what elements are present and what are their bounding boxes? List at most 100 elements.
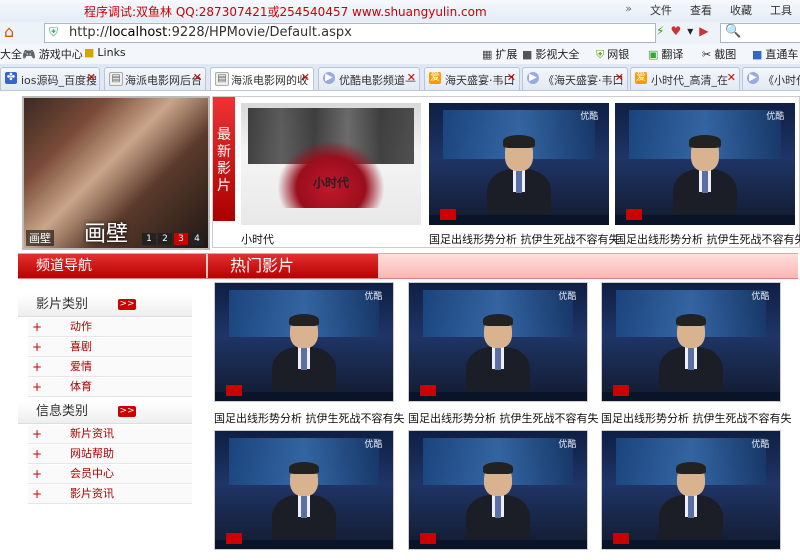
- home-icon[interactable]: ⌂: [4, 23, 24, 41]
- movie-card[interactable]: 优酷 国足出线形势分析 抗伊生死战不容有失: [408, 282, 599, 426]
- browser-tab[interactable]: ▤ 海派电影网后台 ✕: [104, 67, 206, 90]
- menu-view[interactable]: 查看: [690, 2, 712, 18]
- pager-button-active[interactable]: 3: [174, 233, 188, 245]
- section-header-bar: 频道导航 热门影片: [18, 253, 798, 279]
- browser-tab[interactable]: 爱 海天盛宴·韦口 ✕: [424, 67, 520, 90]
- youku-logo: 优酷: [364, 291, 383, 302]
- bookmark-item[interactable]: ⛨ 网银: [596, 46, 629, 62]
- scissors-icon: ✂: [702, 48, 712, 61]
- heart-icon[interactable]: ♥: [670, 24, 681, 38]
- search-input[interactable]: 🔍: [720, 23, 800, 43]
- movie-card[interactable]: 小时代 小时代: [241, 103, 421, 247]
- youku-logo: 优酷: [580, 112, 599, 123]
- category-item[interactable]: + 爱情: [28, 358, 192, 377]
- close-icon[interactable]: ✕: [615, 71, 624, 84]
- browser-tab[interactable]: ✤ ios源码_百度搜 ✕: [0, 67, 100, 90]
- more-button[interactable]: >>: [118, 406, 136, 417]
- movie-thumbnail[interactable]: 优酷: [408, 282, 588, 402]
- movie-thumbnail[interactable]: 优酷: [408, 430, 588, 550]
- play-icon: ▶: [747, 72, 759, 84]
- bookmark-item[interactable]: ■ Links: [84, 46, 126, 59]
- movie-thumbnail[interactable]: 优酷: [214, 282, 394, 402]
- movie-title-link[interactable]: 国足出线形势分析 抗伊生死战不容有失: [615, 231, 800, 247]
- movie-thumbnail[interactable]: 优酷: [601, 282, 781, 402]
- movie-thumbnail[interactable]: 优酷: [615, 103, 795, 225]
- browser-titlebar: 程序调试:双鱼林 QQ:287307421或254540457 www.shua…: [0, 0, 800, 22]
- movie-title-link[interactable]: 国足出线形势分析 抗伊生死战不容有失: [601, 410, 792, 426]
- movie-thumbnail[interactable]: 小时代: [241, 103, 421, 225]
- bookmark-item[interactable]: ■ 直通车: [752, 46, 798, 62]
- close-icon[interactable]: ✕: [507, 71, 516, 84]
- address-toolbar: ⌂ ⛨ http://localhost:9228/HPMovie/Defaul…: [0, 22, 800, 45]
- channel-badge: [225, 533, 242, 545]
- url-input[interactable]: ⛨ http://localhost:9228/HPMovie/Default.…: [44, 23, 656, 43]
- pager-button[interactable]: 4: [190, 233, 204, 245]
- bookmarks-bar: 大全 🎮 游戏中心 ■ Links ▦ 扩展 ■ 影视大全 ⛨ 网银 ▣ 翻译 ✂ 截图 ■ 直…: [0, 44, 800, 65]
- plus-icon: +: [31, 447, 43, 461]
- bookmark-item[interactable]: 大全: [0, 46, 22, 62]
- channel-badge: [625, 209, 642, 221]
- close-icon[interactable]: ✕: [407, 71, 416, 84]
- url-text: http://localhost:9228/HPMovie/Default.as…: [69, 25, 352, 40]
- plus-icon: +: [31, 380, 43, 394]
- menu-file[interactable]: 文件: [650, 2, 672, 18]
- forward-icon[interactable]: ▶: [699, 24, 708, 38]
- close-icon[interactable]: ✕: [193, 71, 202, 84]
- featured-caption[interactable]: 画壁: [26, 230, 54, 246]
- movie-title-link[interactable]: 小时代: [241, 231, 421, 247]
- info-category-header: 信息类别 >>: [18, 401, 192, 424]
- more-button[interactable]: >>: [118, 299, 136, 310]
- slideshow-pager: 1 2 3 4: [142, 233, 204, 245]
- category-item[interactable]: + 新片资讯: [28, 425, 192, 444]
- featured-slideshow[interactable]: 画壁 画壁 1 2 3 4: [22, 96, 210, 250]
- browser-tab[interactable]: ▶ 《海天盛宴·韦口 ✕: [522, 67, 628, 90]
- movie-card[interactable]: 优酷 国足出线形势分析 抗伊生死战不容有失: [615, 103, 800, 247]
- category-item[interactable]: + 动作: [28, 318, 192, 337]
- tab-strip: ✤ ios源码_百度搜 ✕ ▤ 海派电影网后台 ✕ ▤ 海派电影网的收 ✕ ▶ …: [0, 64, 800, 91]
- category-item[interactable]: + 体育: [28, 378, 192, 397]
- movie-card[interactable]: 优酷 国足出线形势分析 抗伊生死战不容有失: [601, 282, 792, 426]
- movie-card[interactable]: 优酷 国足出线形势分析 抗伊生死战不容有失: [429, 103, 620, 247]
- pager-button[interactable]: 2: [158, 233, 172, 245]
- movie-thumbnail[interactable]: 优酷: [214, 430, 394, 550]
- movie-title-link[interactable]: 国足出线形势分析 抗伊生死战不容有失: [408, 410, 599, 426]
- bookmark-item[interactable]: ▣ 翻译: [648, 46, 683, 62]
- grid-icon: ▦: [482, 48, 493, 61]
- bookmark-item[interactable]: ▦ 扩展: [482, 46, 517, 62]
- bookmark-item[interactable]: 🎮 游戏中心: [22, 46, 83, 62]
- bookmark-item[interactable]: ✂ 截图: [702, 46, 736, 62]
- channel-sidebar: 影片类别 >> + 动作 + 喜剧 + 爱情 + 体育 信息类别 >> + 新片资讯 + 网…: [18, 294, 192, 505]
- menu-overflow-icon[interactable]: »: [625, 2, 632, 18]
- flash-icon[interactable]: ⚡: [656, 24, 664, 38]
- menu-tools[interactable]: 工具: [770, 2, 792, 18]
- category-item[interactable]: + 会员中心: [28, 465, 192, 484]
- category-item[interactable]: + 网站帮助: [28, 445, 192, 464]
- youku-logo: 优酷: [751, 439, 770, 450]
- pager-button[interactable]: 1: [142, 233, 156, 245]
- movie-card[interactable]: 优酷: [214, 430, 394, 550]
- dropdown-icon[interactable]: ▾: [687, 24, 693, 38]
- browser-tab[interactable]: ▶ 《小时代》: [742, 67, 800, 90]
- close-icon[interactable]: ✕: [301, 71, 310, 84]
- menu-favorites[interactable]: 收藏: [730, 2, 752, 18]
- category-item[interactable]: + 影片资讯: [28, 485, 192, 504]
- movie-card[interactable]: 优酷: [601, 430, 781, 550]
- bookmark-item[interactable]: ■ 影视大全: [522, 46, 579, 62]
- movie-card[interactable]: 优酷: [408, 430, 588, 550]
- search-icon[interactable]: 🔍: [725, 24, 741, 39]
- movie-title-link[interactable]: 国足出线形势分析 抗伊生死战不容有失: [214, 410, 405, 426]
- category-item[interactable]: + 喜剧: [28, 338, 192, 357]
- movie-thumbnail[interactable]: 优酷: [429, 103, 609, 225]
- plus-icon: +: [31, 467, 43, 481]
- movie-thumbnail[interactable]: 优酷: [601, 430, 781, 550]
- browser-tab[interactable]: ▶ 优酷电影频道— ✕: [318, 67, 420, 90]
- close-icon[interactable]: ✕: [727, 71, 736, 84]
- browser-tab-active[interactable]: ▤ 海派电影网的收 ✕: [210, 67, 314, 90]
- close-icon[interactable]: ✕: [87, 71, 96, 84]
- browser-tab[interactable]: 爱 小时代_高清_在 ✕: [630, 67, 740, 90]
- channel-badge: [225, 385, 242, 397]
- movie-title-link[interactable]: 国足出线形势分析 抗伊生死战不容有失: [429, 231, 620, 247]
- page-content: 画壁 画壁 1 2 3 4 最新影片 小时代 小时代 优酷 国足出线形势分析 抗…: [0, 91, 800, 560]
- movie-card[interactable]: 优酷 国足出线形势分析 抗伊生死战不容有失: [214, 282, 405, 426]
- play-icon: ▶: [527, 72, 539, 84]
